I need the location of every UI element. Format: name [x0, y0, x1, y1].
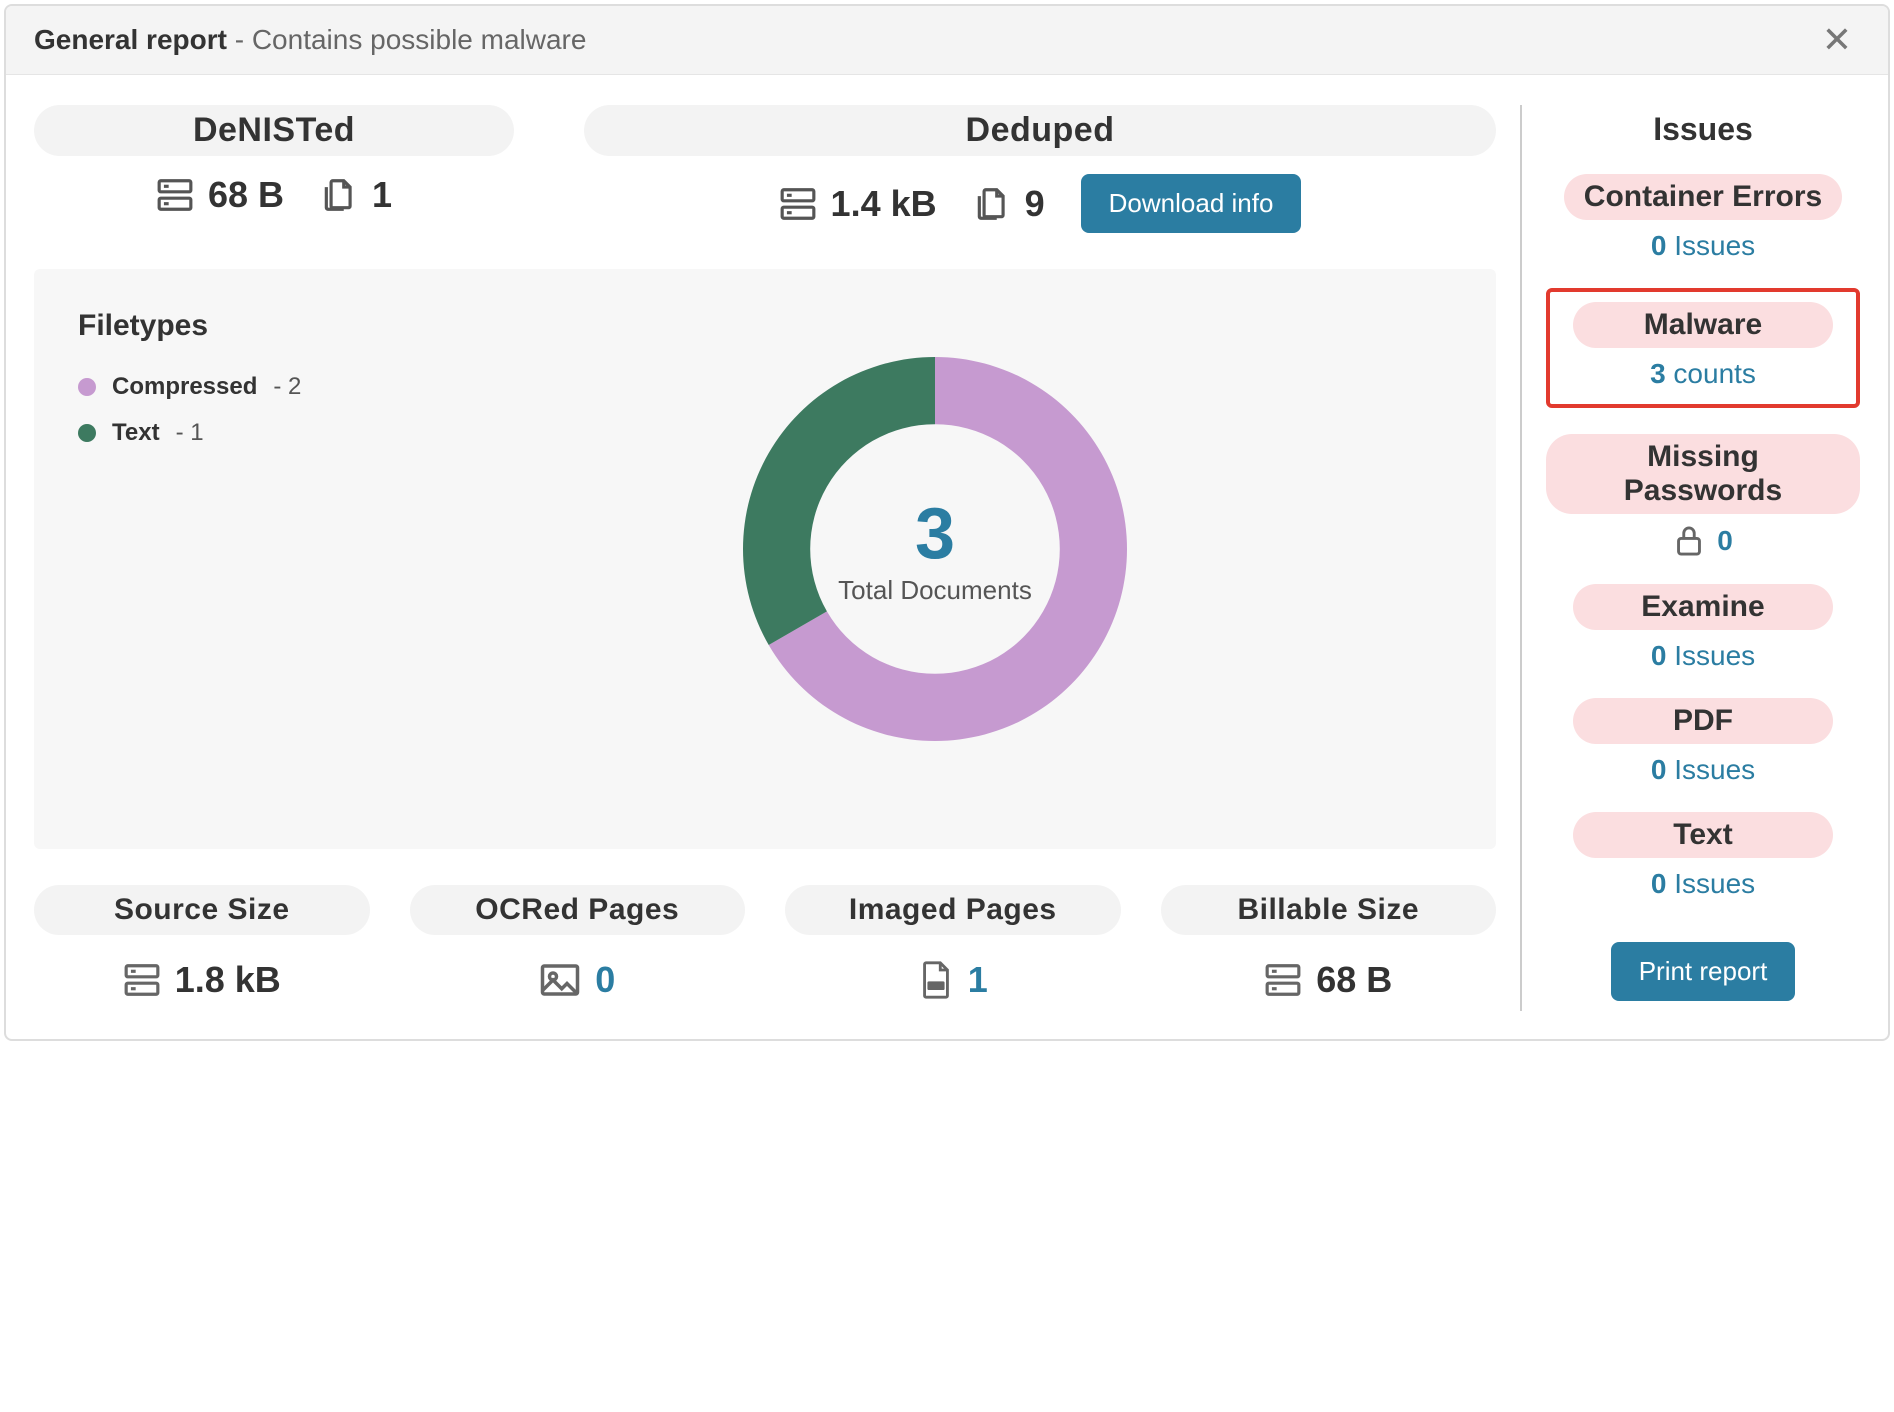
issue-label: Malware	[1573, 302, 1833, 348]
issue-card-container-errors[interactable]: Container Errors 0 Issues	[1546, 174, 1860, 262]
metric-value: 0	[539, 959, 615, 1001]
metric-value-text: 68 B	[1316, 959, 1392, 1001]
issue-label: Missing Passwords	[1546, 434, 1860, 514]
denisted-docs-value: 1	[372, 174, 392, 216]
metric-card: Source Size 1.8 kB	[34, 885, 370, 1001]
general-report-dialog: General report - Contains possible malwa…	[4, 4, 1890, 1041]
issue-card-text[interactable]: Text 0 Issues	[1546, 812, 1860, 900]
metric-card: OCRed Pages 0	[410, 885, 746, 1001]
deduped-size: 1.4 kB	[779, 183, 937, 225]
deduped-size-value: 1.4 kB	[831, 183, 937, 225]
deduped-docs: 9	[973, 183, 1045, 225]
filetypes-legend: Compressed - 2 Text - 1	[78, 373, 378, 447]
metric-label: Billable Size	[1161, 885, 1497, 935]
close-icon[interactable]: ✕	[1814, 22, 1860, 58]
title-main: General report	[34, 24, 227, 55]
issue-card-malware[interactable]: Malware 3 counts	[1546, 288, 1860, 408]
legend-item: Compressed - 2	[78, 373, 378, 401]
denisted-size: 68 B	[156, 174, 284, 216]
filetypes-panel: Filetypes Compressed - 2 Text - 1 3 Total D…	[34, 269, 1496, 849]
issue-label: Container Errors	[1564, 174, 1842, 220]
denisted-docs: 1	[320, 174, 392, 216]
issue-label: PDF	[1573, 698, 1833, 744]
svg-text:PDF: PDF	[929, 983, 942, 990]
metric-label: OCRed Pages	[410, 885, 746, 935]
issues-sidebar: Issues Container Errors 0 Issues Malware 3 …	[1520, 105, 1860, 1011]
legend-dot-icon	[78, 424, 96, 442]
denisted-card: DeNISTed 68 B 1	[34, 105, 514, 216]
donut-total-label: Total Documents	[838, 575, 1032, 606]
metric-value-text: 0	[595, 959, 615, 1001]
documents-icon	[320, 176, 358, 214]
issue-label: Examine	[1573, 584, 1833, 630]
lock-icon	[1673, 524, 1705, 558]
metric-card: Billable Size 68 B	[1161, 885, 1497, 1001]
metric-card: Imaged Pages PDF 1	[785, 885, 1121, 1001]
filetypes-donut-chart: 3 Total Documents	[695, 309, 1175, 789]
legend-dot-icon	[78, 378, 96, 396]
denisted-size-value: 68 B	[208, 174, 284, 216]
legend-count: - 1	[176, 419, 204, 447]
issue-label: Text	[1573, 812, 1833, 858]
deduped-docs-value: 9	[1025, 183, 1045, 225]
issue-card-pdf[interactable]: PDF 0 Issues	[1546, 698, 1860, 786]
metric-value: 1.8 kB	[123, 959, 281, 1001]
filetypes-title: Filetypes	[78, 309, 378, 343]
image-icon	[539, 961, 581, 999]
issue-count: 0 Issues	[1546, 230, 1860, 262]
summary-row: DeNISTed 68 B 1	[34, 105, 1496, 233]
issue-card-missing-passwords[interactable]: Missing Passwords 0	[1546, 434, 1860, 558]
legend-label: Compressed	[112, 373, 257, 401]
issue-count: 0 Issues	[1546, 868, 1860, 900]
server-icon	[1264, 961, 1302, 999]
issue-count: 0 Issues	[1546, 640, 1860, 672]
metric-label: Imaged Pages	[785, 885, 1121, 935]
issue-card-examine[interactable]: Examine 0 Issues	[1546, 584, 1860, 672]
server-icon	[156, 176, 194, 214]
dialog-titlebar: General report - Contains possible malwa…	[6, 6, 1888, 75]
issue-count: 0 Issues	[1546, 754, 1860, 786]
download-info-button[interactable]: Download info	[1081, 174, 1302, 233]
metric-value-text: 1.8 kB	[175, 959, 281, 1001]
issue-count: 0	[1546, 524, 1860, 558]
metric-value: 68 B	[1264, 959, 1392, 1001]
legend-count: - 2	[273, 373, 301, 401]
denisted-label: DeNISTed	[34, 105, 514, 156]
title-sub: - Contains possible malware	[227, 24, 587, 55]
issues-title: Issues	[1653, 111, 1753, 148]
deduped-label: Deduped	[584, 105, 1496, 156]
metric-value-text: 1	[968, 959, 988, 1001]
legend-item: Text - 1	[78, 419, 378, 447]
server-icon	[779, 185, 817, 223]
server-icon	[123, 961, 161, 999]
donut-total-value: 3	[915, 493, 955, 575]
pdf-icon: PDF	[918, 960, 954, 1000]
documents-icon	[973, 185, 1011, 223]
metrics-row: Source Size 1.8 kB OCRed Pages 0 Imaged Page…	[34, 885, 1496, 1001]
deduped-card: Deduped 1.4 kB 9	[584, 105, 1496, 233]
metric-value: PDF 1	[918, 959, 988, 1001]
metric-label: Source Size	[34, 885, 370, 935]
legend-label: Text	[112, 419, 160, 447]
print-report-button[interactable]: Print report	[1611, 942, 1796, 1001]
issue-count: 3 counts	[1558, 358, 1848, 390]
dialog-title: General report - Contains possible malwa…	[34, 24, 586, 56]
